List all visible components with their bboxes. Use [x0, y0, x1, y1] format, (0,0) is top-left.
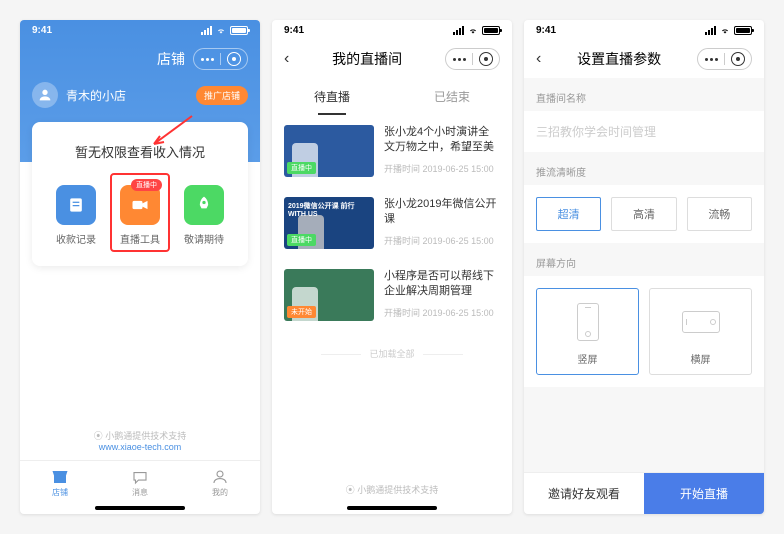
live-title: 小程序是否可以帮线下企业解决周期管理 — [384, 269, 500, 300]
wifi-icon — [215, 26, 227, 35]
status-time: 9:41 — [284, 25, 304, 36]
nav-bar: ‹ 设置直播参数 — [524, 40, 764, 78]
tab-profile[interactable]: 我的 — [180, 461, 260, 504]
phone-landscape-icon — [682, 311, 720, 333]
more-button[interactable] — [446, 49, 472, 69]
close-button[interactable] — [473, 49, 499, 69]
signal-icon — [201, 26, 212, 35]
footer-url[interactable]: www.xiaoe-tech.com — [20, 442, 260, 452]
avatar[interactable] — [32, 82, 58, 108]
tab-shop[interactable]: 店铺 — [20, 461, 100, 504]
quality-options: 超清 高清 流畅 — [524, 185, 764, 243]
page-title: 设置直播参数 — [541, 49, 697, 69]
start-live-button[interactable]: 开始直播 — [644, 473, 764, 514]
phone-shop-screen: 9:41 店铺 青木的小店 推广店铺 暂无权限查看收入情况 — [20, 20, 260, 514]
thumbnail: 未开始 — [284, 269, 374, 321]
capsule-menu — [193, 48, 248, 70]
status-time: 9:41 — [32, 25, 52, 36]
quality-hd-plus[interactable]: 超清 — [536, 197, 601, 231]
quality-hd[interactable]: 高清 — [611, 197, 676, 231]
bottom-actions: 邀请好友观看 开始直播 — [524, 472, 764, 514]
orientation-options: 竖屏 横屏 — [524, 276, 764, 387]
home-indicator — [95, 506, 185, 510]
tool-label: 收款记录 — [56, 231, 96, 246]
close-button[interactable] — [221, 49, 247, 69]
tools-row: 收款记录 直播中 直播工具 敬请期待 — [44, 185, 236, 246]
status-bar: 9:41 — [272, 20, 512, 40]
footer-credit: ⦿ 小鹅通提供技术支持 — [272, 475, 512, 504]
phone-live-settings: 9:41 ‹ 设置直播参数 直播间名称 三招教你学会时间管理 推流清晰度 超清 … — [524, 20, 764, 514]
thumbnail: 2019微信公开课 前行 WITH US直播中 — [284, 197, 374, 249]
live-time: 开播时间 2019-06-25 15:00 — [384, 234, 500, 247]
page-title: 店铺 — [157, 49, 185, 69]
list-item[interactable]: 2019微信公开课 前行 WITH US直播中 张小龙2019年微信公开课 开播… — [272, 187, 512, 259]
live-badge: 直播中 — [131, 179, 162, 191]
status-badge: 直播中 — [287, 162, 316, 174]
status-badge: 未开始 — [287, 306, 316, 318]
tab-ended[interactable]: 已结束 — [392, 78, 512, 115]
shop-info-row: 青木的小店 推广店铺 — [20, 78, 260, 112]
loaded-all-text: 已加载全部 — [272, 331, 512, 376]
orientation-portrait[interactable]: 竖屏 — [536, 288, 639, 375]
shop-name: 青木的小店 — [66, 87, 188, 104]
quality-label: 推流清晰度 — [524, 152, 764, 185]
home-indicator — [347, 506, 437, 510]
more-button[interactable] — [698, 49, 724, 69]
invite-button[interactable]: 邀请好友观看 — [524, 473, 644, 514]
page-title: 我的直播间 — [289, 49, 445, 69]
orientation-label: 屏幕方向 — [524, 243, 764, 276]
tabbar: 店铺 消息 我的 — [20, 460, 260, 504]
room-name-label: 直播间名称 — [524, 78, 764, 111]
list-item[interactable]: 直播中 张小龙4个小时演讲全文万物之中，希望至美 开播时间 2019-06-25… — [272, 115, 512, 187]
capsule-menu — [445, 48, 500, 70]
rocket-icon — [184, 185, 224, 225]
tool-label: 敬请期待 — [184, 231, 224, 246]
thumbnail: 直播中 — [284, 125, 374, 177]
tab-pending[interactable]: 待直播 — [272, 78, 392, 115]
status-time: 9:41 — [536, 25, 556, 36]
status-bar: 9:41 — [524, 20, 764, 40]
close-button[interactable] — [725, 49, 751, 69]
footer-credit: ⦿ 小鹅通提供技术支持 www.xiaoe-tech.com — [20, 421, 260, 460]
filter-tabs: 待直播 已结束 — [272, 78, 512, 115]
tab-messages[interactable]: 消息 — [100, 461, 180, 504]
capsule-menu — [697, 48, 752, 70]
annotation-arrow — [142, 114, 202, 154]
list-item[interactable]: 未开始 小程序是否可以帮线下企业解决周期管理 开播时间 2019-06-25 1… — [272, 259, 512, 331]
live-time: 开播时间 2019-06-25 15:00 — [384, 162, 500, 175]
main-card: 暂无权限查看收入情况 收款记录 直播中 直播工具 敬请期待 — [32, 122, 248, 266]
live-title: 张小龙4个小时演讲全文万物之中，希望至美 — [384, 125, 500, 156]
tool-livestream[interactable]: 直播中 直播工具 — [120, 185, 160, 246]
phone-liveroom-list: 9:41 ‹ 我的直播间 待直播 已结束 直播中 张小龙4个小时演讲全文万物之中… — [272, 20, 512, 514]
tool-coming-soon[interactable]: 敬请期待 — [184, 185, 224, 246]
room-name-input[interactable]: 三招教你学会时间管理 — [524, 111, 764, 152]
card-title: 暂无权限查看收入情况 — [44, 142, 236, 161]
status-badge: 直播中 — [287, 234, 316, 246]
more-button[interactable] — [194, 49, 220, 69]
live-list: 直播中 张小龙4个小时演讲全文万物之中，希望至美 开播时间 2019-06-25… — [272, 115, 512, 475]
live-time: 开播时间 2019-06-25 15:00 — [384, 306, 500, 319]
status-icons — [201, 26, 248, 35]
live-title: 张小龙2019年微信公开课 — [384, 197, 500, 228]
promo-badge[interactable]: 推广店铺 — [196, 86, 248, 105]
tool-receipts[interactable]: 收款记录 — [56, 185, 96, 246]
orientation-landscape[interactable]: 横屏 — [649, 288, 752, 375]
status-bar: 9:41 — [20, 20, 260, 40]
quality-smooth[interactable]: 流畅 — [687, 197, 752, 231]
title-row: 店铺 — [20, 40, 260, 78]
receipt-icon — [56, 185, 96, 225]
phone-portrait-icon — [577, 303, 599, 341]
battery-icon — [230, 26, 248, 35]
nav-bar: ‹ 我的直播间 — [272, 40, 512, 78]
